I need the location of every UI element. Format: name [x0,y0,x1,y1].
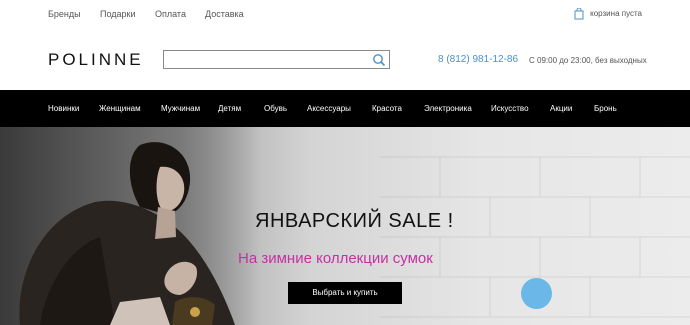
chat-bubble-icon[interactable] [521,278,552,309]
nav-item-new[interactable]: Новинки [48,104,79,113]
search-input[interactable] [164,52,364,70]
nav-item-art[interactable]: Искусство [491,104,529,113]
hero-subtitle: На зимние коллекции сумок [238,250,433,267]
top-bar: Бренды Подарки Оплата Доставка корзина п… [0,0,690,30]
choose-and-buy-button[interactable]: Выбрать и купить [288,282,402,304]
nav-item-booking[interactable]: Бронь [594,104,617,113]
top-link-payment[interactable]: Оплата [155,9,186,19]
top-link-gifts[interactable]: Подарки [100,9,136,19]
nav-item-electronics[interactable]: Электроника [424,104,472,113]
site-logo[interactable]: POLINNE [48,50,144,70]
nav-item-sales[interactable]: Акции [550,104,572,113]
cart[interactable]: корзина пуста [574,7,642,20]
top-link-delivery[interactable]: Доставка [205,9,244,19]
nav-item-women[interactable]: Женщинам [99,104,141,113]
phone-number[interactable]: 8 (812) 981-12-86 [438,54,518,65]
hero-title: ЯНВАРСКИЙ SALE ! [255,210,454,232]
search-icon[interactable] [372,53,386,67]
bag-icon [574,7,584,20]
search-box [163,50,390,70]
nav-item-men[interactable]: Мужчинам [161,104,200,113]
nav-item-accessories[interactable]: Аксессуары [307,104,351,113]
nav-item-shoes[interactable]: Обувь [264,104,287,113]
nav-item-beauty[interactable]: Красота [372,104,402,113]
hero-banner[interactable]: ЯНВАРСКИЙ SALE ! На зимние коллекции сум… [0,127,690,325]
main-nav: Новинки Женщинам Мужчинам Детям Обувь Ак… [0,90,690,127]
working-hours: С 09:00 до 23:00, без выходных [529,56,647,65]
cart-status: корзина пуста [590,8,642,18]
top-link-brands[interactable]: Бренды [48,9,81,19]
nav-item-kids[interactable]: Детям [218,104,241,113]
